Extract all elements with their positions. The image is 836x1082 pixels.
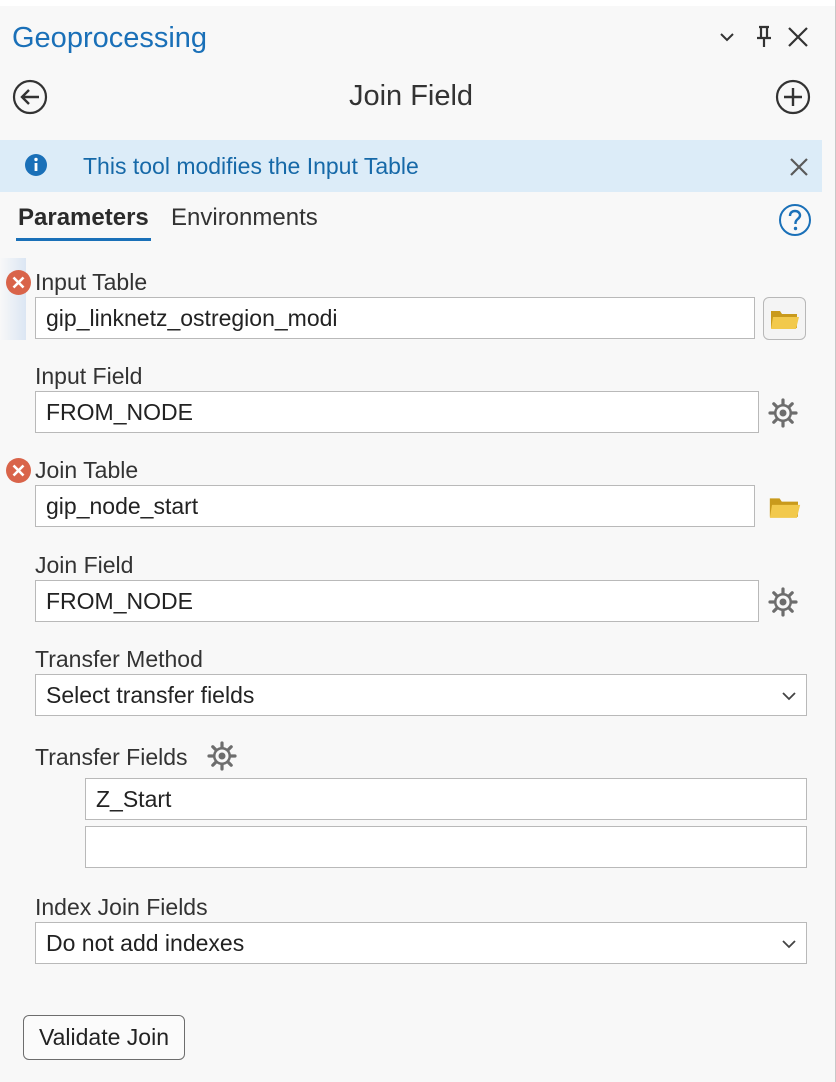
transfer-field-entry[interactable]: Z_Start <box>85 778 807 820</box>
tool-title: Join Field <box>348 80 474 112</box>
error-icon <box>6 270 31 295</box>
close-icon[interactable] <box>786 154 812 180</box>
join-field-field[interactable]: FROM_NODE <box>35 580 759 622</box>
tab-parameters[interactable]: Parameters <box>18 204 149 232</box>
folder-icon[interactable] <box>768 494 802 520</box>
gear-icon[interactable] <box>767 586 799 618</box>
info-icon <box>25 154 47 176</box>
pin-button[interactable] <box>749 22 779 52</box>
gear-icon[interactable] <box>206 740 238 772</box>
transfer-method-label: Transfer Method <box>35 646 203 672</box>
close-pane-button[interactable] <box>783 22 813 52</box>
validate-join-button[interactable]: Validate Join <box>23 1015 185 1060</box>
pane-options-button[interactable] <box>712 22 742 52</box>
index-join-fields-value: Do not add indexes <box>46 930 245 956</box>
chevron-down-icon <box>782 940 796 949</box>
index-join-fields-select[interactable]: Do not add indexes <box>35 922 807 964</box>
pane-top-edge <box>0 0 836 6</box>
index-join-fields-label: Index Join Fields <box>35 894 208 920</box>
join-table-field[interactable]: gip_node_start <box>35 485 755 527</box>
input-field-field[interactable]: FROM_NODE <box>35 391 759 433</box>
tab-environments[interactable]: Environments <box>171 204 318 232</box>
gear-icon[interactable] <box>767 397 799 429</box>
geoprocessing-pane: Geoprocessing Join Field This tool modif… <box>0 0 836 1082</box>
transfer-method-select[interactable]: Select transfer fields <box>35 674 807 716</box>
browse-input-table-button[interactable] <box>763 297 806 340</box>
error-icon <box>6 458 31 483</box>
input-table-field[interactable]: gip_linknetz_ostregion_modi <box>35 297 755 339</box>
pin-icon <box>757 25 771 47</box>
chevron-down-icon <box>720 33 734 42</box>
input-field-label: Input Field <box>35 363 143 389</box>
close-icon <box>788 27 808 47</box>
active-tab-indicator <box>16 238 151 241</box>
input-table-label: Input Table <box>35 269 148 295</box>
transfer-fields-label: Transfer Fields <box>35 744 188 770</box>
add-circle-icon[interactable] <box>775 79 811 115</box>
info-banner-message: This tool modifies the Input Table <box>83 153 419 179</box>
folder-icon <box>770 310 799 329</box>
join-table-label: Join Table <box>35 457 139 483</box>
join-field-label: Join Field <box>35 552 134 578</box>
transfer-field-entry-empty[interactable] <box>85 826 807 868</box>
chevron-down-icon <box>782 692 796 701</box>
transfer-method-value: Select transfer fields <box>46 682 255 708</box>
pane-title: Geoprocessing <box>12 22 208 54</box>
help-icon[interactable] <box>778 203 812 237</box>
